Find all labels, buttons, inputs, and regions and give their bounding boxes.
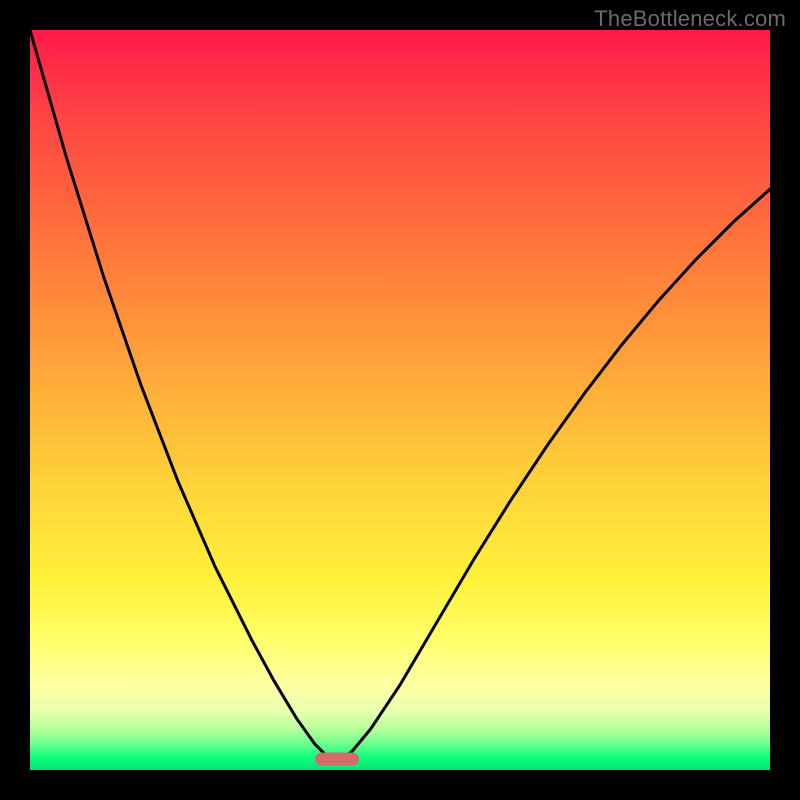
watermark-text: TheBottleneck.com — [594, 6, 786, 32]
outer-frame: TheBottleneck.com — [0, 0, 800, 800]
minimum-marker — [315, 752, 359, 765]
curve-right-branch — [342, 189, 770, 759]
curve-left-branch — [30, 30, 332, 759]
bottleneck-curve — [30, 30, 770, 770]
plot-area — [30, 30, 770, 770]
